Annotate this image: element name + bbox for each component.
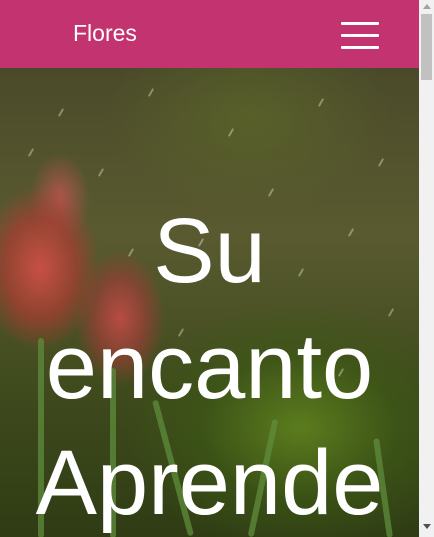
page-viewport: Flores Su encanto Aprende bbox=[0, 0, 419, 537]
rain-drop bbox=[27, 148, 35, 157]
rain-drop bbox=[227, 128, 235, 137]
menu-bar-line bbox=[341, 22, 379, 25]
hero-title-line-1: Su bbox=[153, 200, 266, 302]
scroll-up-arrow-icon[interactable] bbox=[423, 4, 431, 9]
scrollbar-thumb[interactable] bbox=[421, 14, 432, 80]
hero-section: Su encanto Aprende bbox=[0, 68, 419, 537]
rain-drop bbox=[147, 88, 155, 97]
rain-drop bbox=[97, 168, 105, 177]
menu-bar-line bbox=[341, 34, 379, 37]
hero-title-line-2: encanto bbox=[45, 316, 374, 418]
menu-bar-line bbox=[341, 46, 379, 49]
rain-drop bbox=[377, 158, 385, 167]
rain-drop bbox=[317, 98, 325, 107]
rain-drop bbox=[57, 108, 65, 117]
hero-title: Su encanto Aprende bbox=[0, 193, 419, 537]
hamburger-menu-icon[interactable] bbox=[341, 22, 379, 52]
brand-link[interactable]: Flores bbox=[73, 19, 137, 47]
scroll-down-arrow-icon[interactable] bbox=[423, 524, 431, 529]
hero-title-line-3: Aprende bbox=[35, 432, 384, 534]
navbar: Flores bbox=[0, 0, 419, 68]
vertical-scrollbar[interactable] bbox=[419, 0, 434, 537]
